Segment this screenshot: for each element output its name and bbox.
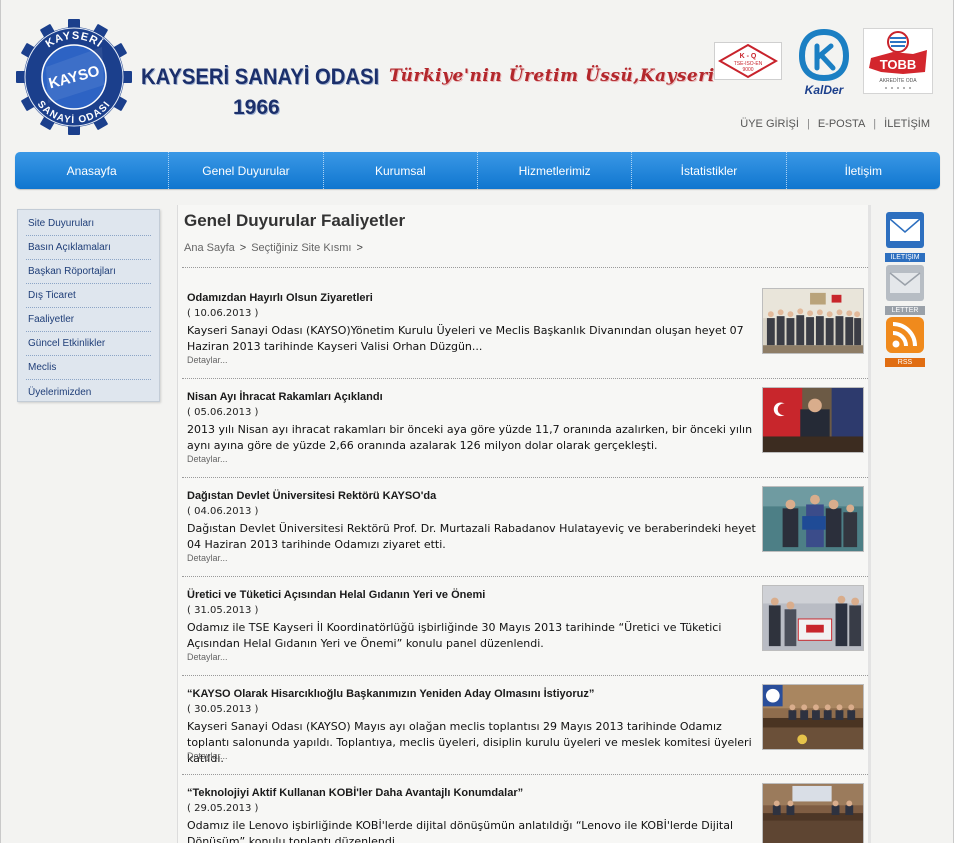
letter-icon	[886, 265, 924, 301]
news-summary: 2013 yılı Nisan ayı ihracat rakamları bi…	[187, 423, 753, 452]
breadcrumb-arrow: >	[356, 242, 363, 254]
sidebar-item-foreign-trade[interactable]: Dış Ticaret	[26, 284, 151, 308]
news-thumbnail[interactable]	[762, 585, 864, 651]
tse-line-3: 9000	[742, 67, 753, 73]
sidebar-item-activities[interactable]: Faaliyetler	[26, 308, 151, 332]
tse-certificate-logo[interactable]: K - Q TSE-ISO-EN 9000	[714, 42, 782, 80]
tobb-sub: AKREDİTE ODA	[879, 77, 917, 84]
sidebar-item-press-releases[interactable]: Basın Açıklamaları	[26, 236, 151, 260]
news-item: Odamızdan Hayırlı Olsun Ziyaretleri ( 10…	[182, 280, 868, 379]
nav-services[interactable]: Hizmetlerimiz	[478, 152, 633, 189]
news-thumbnail[interactable]	[762, 486, 864, 552]
news-item: Nisan Ayı İhracat Rakamları Açıklandı ( …	[182, 379, 868, 478]
founded-year: 1966	[233, 96, 280, 119]
news-date: ( 29.05.2013 )	[187, 803, 259, 814]
news-item: Dağıstan Devlet Üniversitesi Rektörü KAY…	[182, 478, 868, 577]
breadcrumb-home[interactable]: Ana Sayfa	[184, 242, 235, 254]
rss-side-label: RSS	[885, 358, 925, 367]
news-details-link[interactable]: Detaylar...	[187, 355, 228, 365]
news-summary: Dağıstan Devlet Üniversitesi Rektörü Pro…	[187, 522, 756, 551]
nav-home[interactable]: Anasayfa	[15, 152, 170, 189]
rss-side-button[interactable]: RSS	[885, 316, 925, 367]
news-date: ( 04.06.2013 )	[187, 506, 259, 517]
separator: |	[873, 118, 877, 130]
email-link[interactable]: E-POSTA	[818, 118, 865, 130]
breadcrumb: Ana Sayfa > Seçtiğiniz Site Kısmı >	[184, 242, 368, 254]
sidebar-item-assembly[interactable]: Meclis	[26, 356, 151, 380]
breadcrumb-arrow: >	[239, 242, 247, 254]
contact-side-button[interactable]: İLETİŞİM	[885, 211, 925, 262]
news-item: “Teknolojiyi Aktif Kullanan KOBİ'ler Dah…	[182, 775, 868, 843]
org-name: KAYSERİ SANAYİ ODASI	[141, 64, 380, 89]
news-details-link[interactable]: Detaylar...	[187, 751, 228, 761]
news-summary: Kayseri Sanayi Odası (KAYSO)Yönetim Kuru…	[187, 324, 744, 353]
news-thumbnail[interactable]	[762, 783, 864, 843]
news-date: ( 05.06.2013 )	[187, 407, 259, 418]
tse-line-1: K - Q	[740, 53, 757, 60]
sidebar-item-from-members[interactable]: Üyelerimizden	[26, 380, 151, 404]
contact-side-label: İLETİŞİM	[885, 253, 925, 262]
tobb-logo[interactable]: TOBB AKREDİTE ODA	[863, 28, 933, 94]
news-title[interactable]: “Teknolojiyi Aktif Kullanan KOBİ'ler Dah…	[187, 787, 523, 799]
news-thumbnail[interactable]	[762, 387, 864, 453]
separator: |	[806, 118, 810, 130]
news-thumbnail[interactable]	[762, 684, 864, 750]
nav-contact[interactable]: İletişim	[787, 152, 940, 189]
kalder-label: KalDer	[805, 83, 845, 97]
main-content: Genel Duyurular Faaliyetler Ana Sayfa > Se…	[177, 205, 871, 843]
member-login-link[interactable]: ÜYE GİRİŞİ	[740, 118, 799, 130]
news-thumbnail[interactable]	[762, 288, 864, 354]
nav-corporate[interactable]: Kurumsal	[324, 152, 478, 189]
slogan: Türkiye'nin Üretim Üssü,Kayseri	[389, 66, 715, 86]
kayso-logo[interactable]: KAYSO KAYSERİ SANAYİ ODASI	[15, 18, 133, 136]
news-item: Üretici ve Tüketici Açısından Helal Gıda…	[182, 577, 868, 676]
news-summary: Odamız ile Lenovo işbirliğinde KOBİ'lerd…	[187, 819, 734, 843]
news-date: ( 30.05.2013 )	[187, 704, 259, 715]
news-title[interactable]: “KAYSO Olarak Hisarcıklıoğlu Başkanımızı…	[187, 688, 594, 700]
news-details-link[interactable]: Detaylar...	[187, 652, 228, 662]
sidebar-item-president-interviews[interactable]: Başkan Röportajları	[26, 260, 151, 284]
nav-statistics[interactable]: İstatistikler	[632, 152, 787, 189]
news-title[interactable]: Dağıstan Devlet Üniversitesi Rektörü KAY…	[187, 490, 436, 502]
nav-general-announcements[interactable]: Genel Duyurular	[169, 152, 324, 189]
news-summary: Kayseri Sanayi Odası (KAYSO) Mayıs ayı o…	[187, 720, 752, 765]
main-navigation: Anasayfa Genel Duyurular Kurumsal Hizmet…	[15, 152, 940, 189]
page: KAYSO KAYSERİ SANAYİ ODASI KAYSERİ SANAY…	[0, 0, 954, 843]
letter-side-label: LETTER	[885, 306, 925, 315]
contact-link[interactable]: İLETİŞİM	[884, 118, 930, 130]
news-date: ( 31.05.2013 )	[187, 605, 259, 616]
news-title[interactable]: Üretici ve Tüketici Açısından Helal Gıda…	[187, 589, 485, 601]
news-date: ( 10.06.2013 )	[187, 308, 259, 319]
kalder-logo[interactable]: KalDer	[793, 28, 855, 98]
news-details-link[interactable]: Detaylar...	[187, 454, 228, 464]
top-links: ÜYE GİRİŞİ | E-POSTA | İLETİŞİM	[740, 118, 930, 130]
letter-side-button[interactable]: LETTER	[885, 264, 925, 315]
rss-icon	[886, 317, 924, 353]
sidebar-item-current-events[interactable]: Güncel Etkinlikler	[26, 332, 151, 356]
sidebar-item-site-announcements[interactable]: Site Duyuruları	[26, 212, 151, 236]
sidebar-menu: Site Duyuruları Basın Açıklamaları Başka…	[17, 209, 160, 402]
news-item: “KAYSO Olarak Hisarcıklıoğlu Başkanımızı…	[182, 676, 868, 775]
page-title: Genel Duyurular Faaliyetler	[184, 211, 406, 230]
tobb-label: TOBB	[880, 57, 917, 72]
divider	[182, 267, 868, 268]
news-summary: Odamız ile TSE Kayseri İl Koordinatörlüğ…	[187, 621, 722, 650]
envelope-icon	[886, 212, 924, 248]
news-title[interactable]: Odamızdan Hayırlı Olsun Ziyaretleri	[187, 292, 373, 304]
news-title[interactable]: Nisan Ayı İhracat Rakamları Açıklandı	[187, 391, 383, 403]
news-details-link[interactable]: Detaylar...	[187, 553, 228, 563]
breadcrumb-current[interactable]: Seçtiğiniz Site Kısmı	[251, 242, 351, 254]
